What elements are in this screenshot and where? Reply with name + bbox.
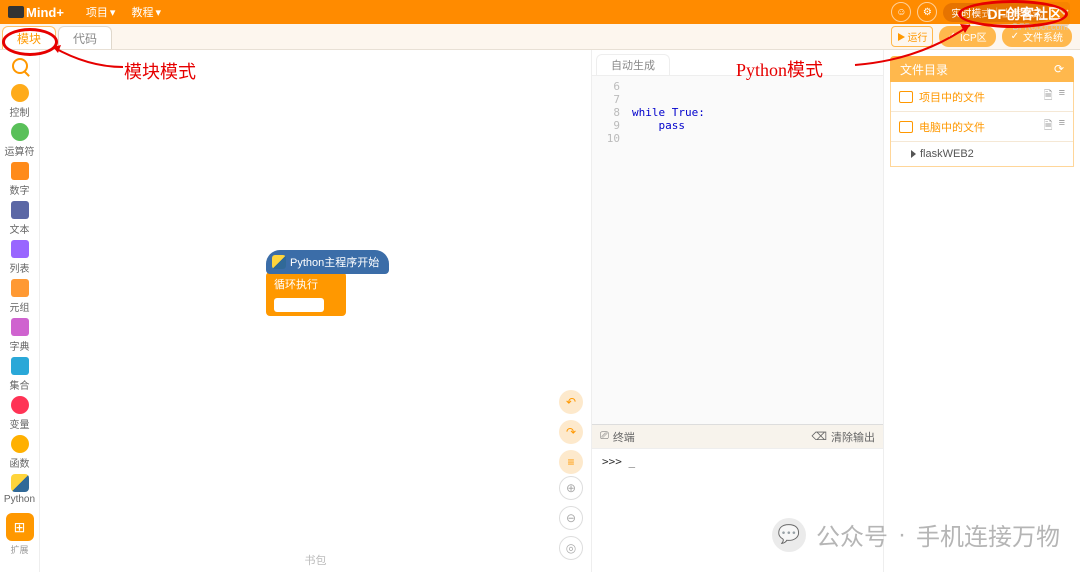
file-item-flaskweb2[interactable]: flaskWEB2 — [891, 142, 1073, 166]
logo-text: Mind+ — [26, 5, 64, 20]
category-icon — [11, 279, 29, 297]
main-content: 控制运算符数字文本列表元组字典集合变量函数 Python ⊞ 扩展 Python主… — [0, 50, 1080, 572]
python-icon — [11, 474, 29, 492]
zoom-out-button[interactable]: ⊖ — [559, 506, 583, 530]
category-icon — [11, 201, 29, 219]
terminal-icon: ⎚ — [600, 430, 609, 443]
annotation-label-blocks: 模块模式 — [124, 58, 196, 84]
search-icon[interactable] — [12, 58, 28, 74]
redo-button[interactable]: ↷ — [559, 420, 583, 444]
eraser-icon: ⌫ — [811, 430, 827, 443]
category-icon — [11, 396, 29, 414]
category-icon — [11, 162, 29, 180]
category-集合[interactable]: 集合 — [2, 355, 38, 394]
menu-icon[interactable]: ≡ — [1059, 87, 1065, 106]
menu-icon[interactable]: ≡ — [1059, 117, 1065, 136]
category-icon — [11, 240, 29, 258]
category-label: 数字 — [10, 182, 30, 197]
category-icon — [11, 84, 29, 102]
category-Python[interactable]: Python — [2, 472, 38, 507]
annotation-arrow-blocks — [48, 42, 128, 72]
undo-button[interactable]: ↶ — [559, 390, 583, 414]
category-icon — [11, 357, 29, 375]
category-label: 列表 — [10, 260, 30, 275]
backpack-label[interactable]: 书包 — [305, 552, 327, 568]
code-line: 9 pass — [600, 119, 875, 132]
code-line: 10 — [600, 132, 875, 145]
logo-icon — [8, 6, 24, 18]
category-label: Python — [4, 494, 35, 505]
project-files-row[interactable]: 项目中的文件 🗎≡ — [891, 82, 1073, 112]
clear-output-button[interactable]: ⌫ 清除输出 — [811, 429, 875, 445]
tab-auto-generate[interactable]: 自动生成 — [596, 54, 670, 75]
category-label: 集合 — [10, 377, 30, 392]
category-运算符[interactable]: 运算符 — [2, 121, 38, 160]
logo: Mind+ — [8, 5, 64, 20]
category-label: 运算符 — [5, 143, 35, 158]
zoom-reset-button[interactable]: ◎ — [559, 536, 583, 560]
category-label: 控制 — [10, 104, 30, 119]
computer-files-row[interactable]: 电脑中的文件 🗎≡ — [891, 112, 1073, 142]
loop-block[interactable]: 循环执行 — [266, 272, 346, 316]
reload-icon[interactable]: ⟳ — [1054, 62, 1064, 76]
category-label: 变量 — [10, 416, 30, 431]
annotation-arrow-python — [850, 20, 980, 70]
category-字典[interactable]: 字典 — [2, 316, 38, 355]
annotation-label-python: Python模式 — [736, 56, 823, 82]
category-元组[interactable]: 元组 — [2, 277, 38, 316]
terminal-output[interactable]: >>> _ — [592, 448, 883, 572]
file-sections: 项目中的文件 🗎≡ 电脑中的文件 🗎≡ flaskWEB2 — [890, 82, 1074, 167]
blocks-canvas[interactable]: Python主程序开始 循环执行 ↶ ↷ ≡ ⊕ ⊖ ◎ 书包 — [40, 50, 592, 572]
brand-url: DFRobot.com — [1012, 22, 1068, 32]
category-label: 字典 — [10, 338, 30, 353]
computer-icon — [899, 121, 913, 133]
code-line: 7 — [600, 93, 875, 106]
category-变量[interactable]: 变量 — [2, 394, 38, 433]
terminal-title: 终端 — [613, 429, 635, 445]
category-控制[interactable]: 控制 — [2, 82, 38, 121]
zoom-in-button[interactable]: ⊕ — [559, 476, 583, 500]
category-icon — [11, 318, 29, 336]
menu-bar: 项目▾ 教程▾ — [80, 2, 167, 22]
category-列表[interactable]: 列表 — [2, 238, 38, 277]
expand-icon — [911, 150, 916, 158]
new-file-icon[interactable]: 🗎 — [1044, 87, 1053, 106]
settings-icon[interactable]: ⚙ — [917, 2, 937, 22]
feedback-icon[interactable]: ☺ — [891, 2, 911, 22]
folder-icon — [899, 91, 913, 103]
code-line: 8while True: — [600, 106, 875, 119]
category-函数[interactable]: 函数 — [2, 433, 38, 472]
category-文本[interactable]: 文本 — [2, 199, 38, 238]
category-icon — [11, 435, 29, 453]
new-file-icon[interactable]: 🗎 — [1044, 117, 1053, 136]
extensions-button[interactable]: ⊞ — [6, 513, 34, 541]
category-label: 元组 — [10, 299, 30, 314]
category-label: 函数 — [10, 455, 30, 470]
code-panel: 自动生成 678while True:9 pass10 ⎚ 终端 ⌫ 清除输出 … — [592, 50, 884, 572]
extensions-label: 扩展 — [10, 543, 28, 556]
code-editor[interactable]: 678while True:9 pass10 — [592, 76, 883, 424]
menu-tutorial[interactable]: 教程▾ — [125, 2, 167, 22]
category-数字[interactable]: 数字 — [2, 160, 38, 199]
terminal-prompt: >>> _ — [602, 455, 635, 468]
category-label: 文本 — [10, 221, 30, 236]
menu-project[interactable]: 项目▾ — [80, 2, 122, 22]
hat-block-python-start[interactable]: Python主程序开始 — [266, 250, 389, 274]
tidy-button[interactable]: ≡ — [559, 450, 583, 474]
python-icon — [272, 255, 286, 269]
block-stack[interactable]: Python主程序开始 循环执行 — [266, 250, 389, 316]
file-panel: 文件目录 ⟳ 项目中的文件 🗎≡ 电脑中的文件 🗎≡ flaskWEB2 — [884, 50, 1080, 572]
category-sidebar: 控制运算符数字文本列表元组字典集合变量函数 Python ⊞ 扩展 — [0, 50, 40, 572]
terminal-header: ⎚ 终端 ⌫ 清除输出 — [592, 424, 883, 448]
category-icon — [11, 123, 29, 141]
